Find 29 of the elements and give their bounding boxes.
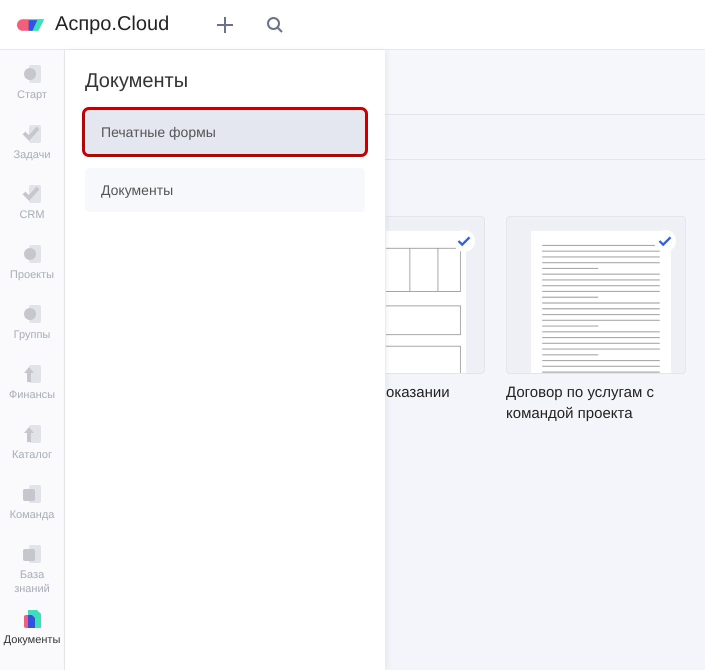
document-icon xyxy=(22,609,42,629)
nav-icon xyxy=(22,64,42,84)
nav-item[interactable]: Каталог xyxy=(0,424,64,484)
nav-icon xyxy=(22,244,42,264)
nav-icon xyxy=(22,484,42,504)
panel-title: Документы xyxy=(85,70,190,93)
search-icon[interactable] xyxy=(266,16,284,34)
nav-item[interactable]: CRM xyxy=(0,184,64,244)
nav-item[interactable]: База знаний xyxy=(0,544,64,604)
menu-item[interactable]: Печатные формы xyxy=(85,110,365,154)
nav-icon xyxy=(22,544,42,564)
logo-text: Аспро.Cloud xyxy=(55,13,170,36)
nav-icon xyxy=(22,304,42,324)
menu-item[interactable]: Документы xyxy=(85,168,365,212)
nav-icon xyxy=(22,364,42,384)
nav-item[interactable]: Финансы xyxy=(0,364,64,424)
nav-item[interactable]: Старт xyxy=(0,64,64,124)
nav-item[interactable]: Проекты xyxy=(0,244,64,304)
card-title[interactable]: оказании xyxy=(386,382,485,403)
nav-item[interactable]: Команда xyxy=(0,484,64,544)
nav-icon xyxy=(22,184,42,204)
plus-icon[interactable] xyxy=(216,16,234,34)
nav-icon xyxy=(22,124,42,144)
logo-icon xyxy=(17,16,46,32)
nav-item[interactable]: Документы xyxy=(0,609,64,669)
nav-icon xyxy=(22,424,42,444)
nav-item[interactable]: Группы xyxy=(0,304,64,364)
card-title[interactable]: Договор по услугам с командой проекта xyxy=(506,382,686,424)
nav-item[interactable]: Задачи xyxy=(0,124,64,184)
